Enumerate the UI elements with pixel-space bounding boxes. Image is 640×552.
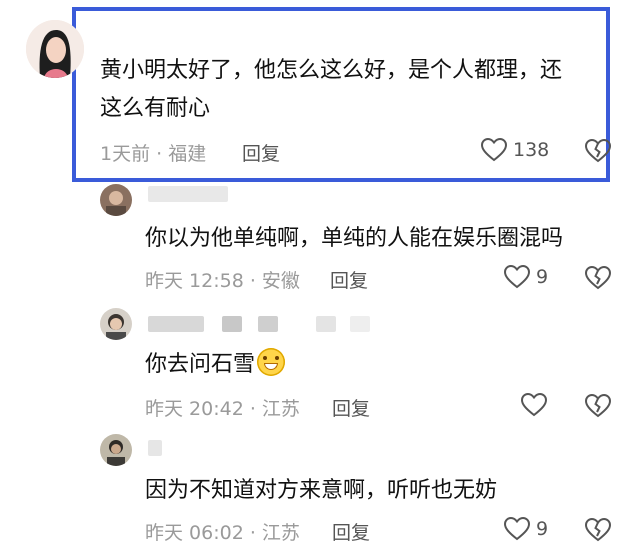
heart-outline-icon (521, 393, 547, 417)
heart-outline-icon (504, 265, 530, 289)
comment-meta: 1天前 · 福建 (100, 143, 207, 165)
like-count: 9 (536, 518, 549, 540)
avatar[interactable] (26, 20, 84, 78)
like-count: 9 (536, 266, 549, 288)
username-blurred (148, 440, 162, 456)
reply-button[interactable]: 回复 (242, 139, 280, 166)
broken-heart-icon[interactable] (585, 394, 611, 418)
comment-text: 黄小明太好了，他怎么这么好，是个人都理，还 这么有耐心 (100, 58, 563, 121)
username-blurred (148, 316, 204, 332)
heart-outline-icon (481, 138, 507, 162)
like-button[interactable]: 138 (481, 138, 549, 162)
comment-text: 因为不知道对方来意啊，听听也无妨 (145, 478, 498, 503)
like-count: 138 (513, 139, 550, 161)
username-blurred (316, 316, 336, 332)
reply-button[interactable]: 回复 (330, 266, 368, 293)
like-button[interactable] (521, 393, 553, 417)
avatar[interactable] (100, 184, 132, 216)
comment-meta: 昨天 12:58 · 安徽 (145, 270, 300, 292)
avatar[interactable] (100, 308, 132, 340)
username-blurred (258, 316, 278, 332)
username-blurred (222, 316, 242, 332)
avatar[interactable] (100, 434, 132, 466)
comment-meta: 昨天 06:02 · 江苏 (145, 522, 300, 544)
comment-text: 你以为他单纯啊，单纯的人能在娱乐圈混吗 (145, 226, 564, 251)
broken-heart-icon[interactable] (585, 266, 611, 290)
broken-heart-icon[interactable] (585, 139, 611, 163)
username-blurred (350, 316, 370, 332)
heart-outline-icon (504, 517, 530, 541)
grinning-sweat-emoji-icon (257, 348, 286, 376)
comment-text: 你去问石雪 (145, 346, 286, 384)
comment-meta: 昨天 20:42 · 江苏 (145, 398, 300, 420)
username-blurred (148, 186, 228, 202)
broken-heart-icon[interactable] (585, 518, 611, 542)
like-button[interactable]: 9 (504, 517, 548, 541)
like-button[interactable]: 9 (504, 265, 548, 289)
reply-button[interactable]: 回复 (332, 394, 370, 421)
reply-button[interactable]: 回复 (332, 518, 370, 545)
